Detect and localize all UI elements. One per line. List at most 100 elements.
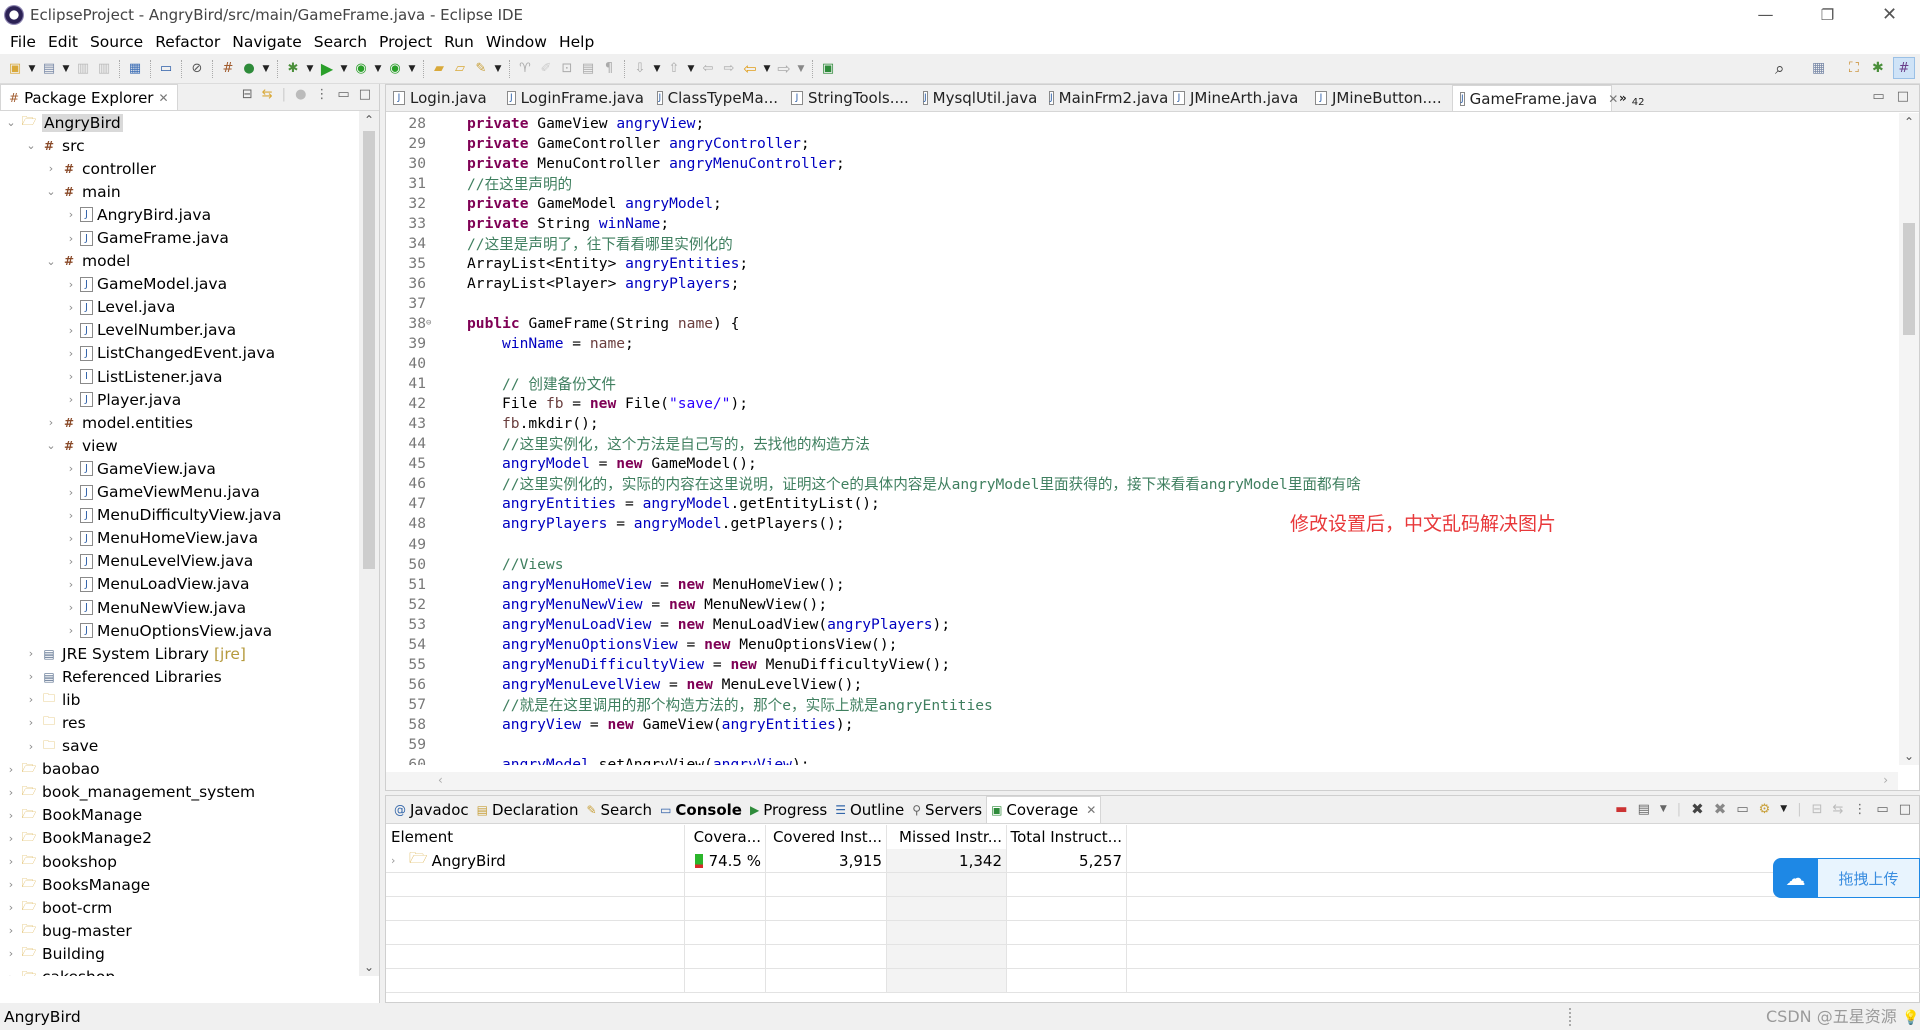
search-dropdown-icon[interactable]: ▼ [493, 60, 503, 78]
package-explorer-tab[interactable]: # Package Explorer ✕ [0, 84, 178, 110]
save-icon[interactable]: ▥ [74, 60, 92, 78]
tree-item[interactable]: › 🗀 res [0, 711, 360, 734]
chevron-right-icon[interactable]: › [4, 947, 18, 960]
chevron-right-icon[interactable]: › [64, 624, 78, 637]
new-class-dropdown-icon[interactable]: ▼ [61, 60, 71, 78]
dump-execution-data-icon[interactable]: ⚙ [1759, 802, 1771, 817]
menu-window[interactable]: Window [480, 33, 553, 51]
tree-item[interactable]: › 🗁 book_management_system [0, 781, 360, 804]
forward-dropdown-icon[interactable]: ▼ [796, 60, 806, 78]
maximize-view-icon[interactable]: □ [1899, 802, 1911, 817]
new-package-icon[interactable]: # [219, 60, 237, 78]
tree-item[interactable]: › 🗁 boot-crm [0, 896, 360, 919]
chevron-right-icon[interactable]: › [24, 740, 38, 753]
tree-item[interactable]: ⌄ 🗁 AngryBird [0, 111, 360, 134]
binary-icon[interactable]: ▦ [126, 60, 144, 78]
chevron-right-icon[interactable]: › [64, 324, 78, 337]
tree-item[interactable]: › J GameViewMenu.java [0, 481, 360, 504]
restore-button[interactable]: ❐ [1800, 0, 1855, 29]
coverage-import-icon[interactable]: ▬ [1615, 802, 1627, 817]
tree-item[interactable]: › 🗁 bug-master [0, 919, 360, 942]
chevron-right-icon[interactable]: › [64, 601, 78, 614]
remove-session-icon[interactable]: ✖ [1691, 800, 1704, 818]
last-edit2-icon[interactable]: ⇨ [720, 60, 738, 78]
code-line[interactable]: 53 angryMenuLoadView = new MenuLoadView(a… [386, 614, 1898, 634]
editor-tab[interactable]: J LoginFrame.java [500, 85, 650, 111]
tree-scrollbar[interactable]: ⌃ ⌄ [359, 111, 379, 976]
code-line[interactable]: 57 //就是在这里调用的那个构造方法的，那个e，实际上就是angryEntiti… [386, 694, 1898, 714]
column-missed[interactable]: Missed Instr... [887, 825, 1007, 849]
show-whitespace-box-icon[interactable]: ▤ [579, 60, 597, 78]
upload-widget[interactable]: ☁ 拖拽上传 [1773, 858, 1920, 898]
scroll-up-icon[interactable]: ⌃ [359, 113, 379, 127]
new-class-dd-icon[interactable]: ▼ [261, 60, 271, 78]
code-line[interactable]: 50 //Views [386, 554, 1898, 574]
code-line[interactable]: 45 angryModel = new GameModel(); [386, 454, 1898, 474]
code-line[interactable]: 60 angryModel.setAngryView(angryView); [386, 755, 1898, 765]
tree-scroll-thumb[interactable] [363, 131, 375, 569]
expand-icon[interactable]: › [391, 854, 405, 867]
tree-item[interactable]: › J MenuLevelView.java [0, 550, 360, 573]
chevron-down-icon[interactable]: ⌄ [44, 185, 58, 198]
code-line[interactable]: 54 angryMenuOptionsView = new MenuOptions… [386, 634, 1898, 654]
menu-file[interactable]: File [4, 33, 42, 51]
scroll-down-icon[interactable]: ⌄ [359, 960, 379, 974]
code-view[interactable]: 28 private GameView angryView; 29 private G… [386, 113, 1898, 765]
next-annotation-icon[interactable]: ⇩ [631, 60, 649, 78]
editor-horizontal-scrollbar[interactable]: ‹ › [386, 772, 1898, 790]
skip-breakpoints-icon[interactable]: ⊘ [188, 60, 206, 78]
chevron-down-icon[interactable]: ⌄ [4, 116, 18, 129]
chevron-right-icon[interactable]: › [4, 901, 18, 914]
tree-item[interactable]: › 🗁 BookManage [0, 804, 360, 827]
column-coverage[interactable]: Covera... [685, 825, 766, 849]
editor-tab[interactable]: J MainFrm2.java [1042, 85, 1168, 111]
new-dropdown-icon[interactable]: ▼ [27, 60, 37, 78]
tree-item[interactable]: › J Level.java [0, 296, 360, 319]
tree-item[interactable]: › ▤ Referenced Libraries [0, 665, 360, 688]
prev-annotation-dd-icon[interactable]: ▼ [686, 60, 696, 78]
terminal-icon[interactable]: ▭ [157, 60, 175, 78]
forward-icon[interactable]: ⇨ [775, 59, 793, 78]
chevron-down-icon[interactable]: ⌄ [44, 439, 58, 452]
code-line[interactable]: 56 angryMenuLevelView = new MenuLevelView… [386, 674, 1898, 694]
tree-item[interactable]: › J MenuOptionsView.java [0, 619, 360, 642]
coverage-dropdown-icon[interactable]: ▼ [373, 60, 383, 78]
code-line[interactable]: 49 [386, 534, 1898, 554]
menu-help[interactable]: Help [553, 33, 600, 51]
chevron-right-icon[interactable]: › [24, 693, 38, 706]
chevron-right-icon[interactable]: › [64, 555, 78, 568]
chevron-down-icon[interactable]: ⌄ [24, 139, 38, 152]
new-java-class-icon[interactable]: ● [240, 60, 258, 78]
code-line[interactable]: 52 angryMenuNewView = new MenuNewView(); [386, 594, 1898, 614]
chevron-right-icon[interactable]: › [24, 647, 38, 660]
chevron-right-icon[interactable]: › [64, 208, 78, 221]
minimize-view-icon[interactable]: ▭ [1876, 802, 1888, 817]
chevron-right-icon[interactable]: › [64, 509, 78, 522]
collapse-all-icon[interactable]: ⊟ [1812, 802, 1823, 817]
minimize-button[interactable]: — [1738, 0, 1793, 29]
tree-item[interactable]: › J GameModel.java [0, 273, 360, 296]
last-edit-icon[interactable]: ⇦ [699, 60, 717, 78]
chevron-right-icon[interactable]: › [24, 670, 38, 683]
editor-vertical-scrollbar[interactable]: ⌃ ⌄ [1899, 113, 1919, 765]
column-total[interactable]: Total Instruct... [1007, 825, 1127, 849]
back-icon[interactable]: ⇦ [741, 59, 759, 78]
view-menu-icon[interactable]: ⋮ [315, 87, 328, 102]
tree-item[interactable]: › I ListListener.java [0, 365, 360, 388]
java-perspective-icon[interactable]: # [1893, 57, 1915, 79]
new-class-icon[interactable]: ▤ [40, 60, 58, 78]
code-line[interactable]: 33 private String winName; [386, 213, 1898, 233]
next-annotation-dd-icon[interactable]: ▼ [652, 60, 662, 78]
chevron-right-icon[interactable]: › [4, 878, 18, 891]
chevron-right-icon[interactable]: › [64, 347, 78, 360]
tree-item[interactable]: › 🗀 lib [0, 688, 360, 711]
scroll-right-icon[interactable]: › [1883, 773, 1888, 787]
chevron-right-icon[interactable]: › [64, 486, 78, 499]
coverage-run-icon[interactable]: ◉ [352, 60, 370, 78]
annotation-icon[interactable]: ✐ [537, 60, 555, 78]
maximize-editor-icon[interactable]: □ [1897, 89, 1909, 104]
code-line[interactable]: 58 angryView = new GameView(angryEntities… [386, 714, 1898, 734]
pin-editor-icon[interactable]: ▣ [819, 60, 837, 78]
tree-item[interactable]: › J GameView.java [0, 457, 360, 480]
tree-item[interactable]: › J MenuLoadView.java [0, 573, 360, 596]
